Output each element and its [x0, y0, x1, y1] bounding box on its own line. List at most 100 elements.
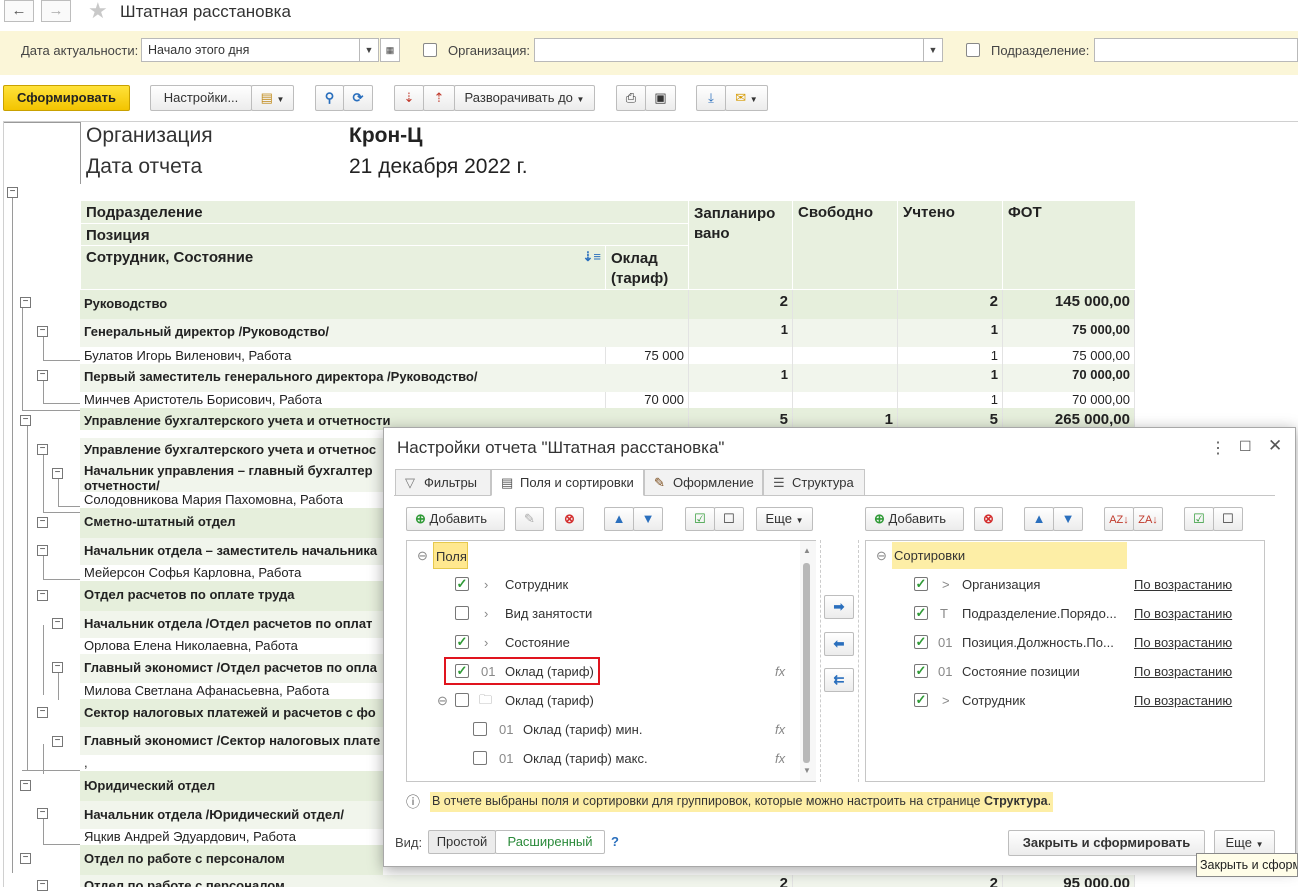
add-field-button[interactable]: ⊕ Добавить — [406, 507, 505, 531]
collapse-toggle[interactable]: − — [37, 808, 48, 819]
sort-asc-button[interactable]: ⇡ — [423, 85, 455, 111]
sort-move-down-button[interactable]: ▼ — [1053, 507, 1083, 531]
add-sort-button[interactable]: ➡ — [824, 595, 854, 619]
close-icon[interactable]: ✕ — [1268, 436, 1282, 456]
field-checkbox[interactable] — [473, 722, 487, 736]
uncheck-all-button[interactable]: ☐ — [714, 507, 744, 531]
delete-sort-button[interactable]: ⊗ — [974, 507, 1003, 531]
table-row[interactable]: Яцкив Андрей Эдуардович, Работа — [80, 829, 383, 845]
field-checkbox[interactable]: ✓ — [455, 635, 469, 649]
expand-icon[interactable]: › — [484, 635, 488, 650]
collapse-toggle[interactable]: − — [20, 853, 31, 864]
collapse-toggle[interactable]: − — [37, 326, 48, 337]
more-actions-icon[interactable]: ⋮ — [1210, 438, 1226, 458]
table-row[interactable]: Начальник отдела – заместитель начальник… — [80, 538, 383, 565]
sort-checkbox[interactable]: ✓ — [914, 693, 928, 707]
collapse-toggle[interactable]: − — [37, 370, 48, 381]
table-row[interactable]: Главный экономист /Отдел расчетов по опл… — [80, 654, 383, 683]
back-button[interactable]: ← — [4, 0, 34, 22]
move-down-button[interactable]: ▼ — [633, 507, 663, 531]
tab-structure[interactable]: ☰ Структура — [763, 469, 865, 496]
view-simple-button[interactable]: Простой — [428, 830, 496, 854]
generate-button[interactable]: Сформировать — [3, 85, 130, 111]
scroll-up-icon[interactable]: ▲ — [803, 546, 811, 555]
collapse-toggle[interactable]: − — [37, 707, 48, 718]
check-all-button[interactable]: ☑ — [685, 507, 715, 531]
table-row[interactable]: Милова Светлана Афанасьевна, Работа — [80, 683, 383, 699]
add-sort-field-button[interactable]: ⊕ Добавить — [865, 507, 964, 531]
forward-button[interactable]: → — [41, 0, 71, 22]
calendar-button[interactable]: ▦ — [380, 38, 400, 62]
preview-button[interactable]: ▣ — [645, 85, 676, 111]
tab-appearance[interactable]: ✎ Оформление — [644, 469, 763, 496]
fields-tree[interactable]: ▲ ▼ ⊖ Поля ✓ › Сотрудник › Вид занятости… — [406, 540, 816, 782]
table-row[interactable]: Начальник отдела /Отдел расчетов по опла… — [80, 611, 383, 638]
collapse-toggle[interactable]: − — [37, 880, 48, 891]
delete-button[interactable]: ⊗ — [555, 507, 584, 531]
expand-icon[interactable]: > — [942, 693, 950, 708]
print-button[interactable]: ⎙ — [616, 85, 646, 111]
expand-icon[interactable]: › — [484, 577, 488, 592]
formula-icon[interactable]: fx — [775, 664, 785, 679]
table-row[interactable]: Орлова Елена Николаевна, Работа — [80, 638, 383, 654]
tab-filters[interactable]: ▽ Фильтры — [395, 469, 491, 496]
table-row[interactable]: Главный экономист /Сектор налоговых плат… — [80, 727, 383, 755]
sort-move-up-button[interactable]: ▲ — [1024, 507, 1054, 531]
collapse-icon[interactable]: ⊖ — [876, 548, 887, 564]
tab-fields-sorting[interactable]: ▤ Поля и сортировки — [491, 469, 644, 496]
save-button[interactable]: ⤓ — [696, 85, 726, 111]
sort-checkbox[interactable]: ✓ — [914, 664, 928, 678]
sort-checkbox[interactable]: ✓ — [914, 606, 928, 620]
remove-all-sort-button[interactable]: ⇇ — [824, 668, 854, 692]
table-row[interactable]: Отдел по работе с персоналом 2 2 95 000,… — [80, 875, 1135, 887]
org-input[interactable] — [534, 38, 924, 62]
collapse-toggle[interactable]: − — [37, 590, 48, 601]
collapse-toggle[interactable]: − — [37, 545, 48, 556]
sort-checkbox[interactable]: ✓ — [914, 635, 928, 649]
collapse-toggle[interactable]: − — [52, 618, 63, 629]
table-row[interactable]: , — [80, 755, 383, 771]
fields-root[interactable]: Поля — [433, 542, 468, 569]
collapse-icon[interactable]: ⊖ — [437, 693, 448, 709]
sort-desc-button[interactable]: ⇣ — [394, 85, 424, 111]
edit-button[interactable]: ✎ — [515, 507, 544, 531]
favorite-star-icon[interactable]: ★ — [88, 0, 108, 24]
table-row[interactable]: Булатов Игорь Виленович, Работа 75 000 1… — [80, 347, 1135, 364]
formula-icon[interactable]: fx — [775, 722, 785, 737]
sort-descending-button[interactable]: ZA↓ — [1133, 507, 1163, 531]
table-row[interactable]: Начальник отдела /Юридический отдел/ — [80, 801, 383, 829]
send-button[interactable]: ✉ ▼ — [725, 85, 768, 111]
sorting-tree[interactable]: ⊖ Сортировки ✓ > Организация По возраста… — [865, 540, 1265, 782]
scroll-down-icon[interactable]: ▼ — [803, 766, 811, 775]
uncheck-all-sort-button[interactable]: ☐ — [1213, 507, 1243, 531]
expand-icon[interactable]: › — [484, 606, 488, 621]
date-input[interactable]: Начало этого дня — [141, 38, 360, 62]
remove-sort-button[interactable]: ⬅ — [824, 632, 854, 656]
field-checkbox[interactable]: ✓ — [455, 664, 469, 678]
collapse-toggle[interactable]: − — [37, 517, 48, 528]
expand-icon[interactable]: > — [942, 577, 950, 592]
close-and-generate-button[interactable]: Закрыть и сформировать — [1008, 830, 1205, 856]
sort-order-link[interactable]: По возрастанию — [1134, 693, 1232, 708]
table-row[interactable]: Сектор налоговых платежей и расчетов с ф… — [80, 699, 383, 727]
collapse-toggle[interactable]: − — [52, 662, 63, 673]
more-button[interactable]: Еще ▼ — [756, 507, 813, 531]
collapse-toggle[interactable]: − — [52, 736, 63, 747]
table-row[interactable]: Первый заместитель генерального директор… — [80, 364, 1135, 392]
field-checkbox[interactable] — [455, 693, 469, 707]
date-dropdown-button[interactable]: ▼ — [359, 38, 379, 62]
sort-icon[interactable]: ⇣≡ — [583, 249, 601, 265]
formula-icon[interactable]: fx — [775, 751, 785, 766]
org-checkbox[interactable] — [423, 43, 437, 57]
table-row[interactable]: Мейерсон Софья Карловна, Работа — [80, 565, 383, 581]
field-checkbox[interactable] — [455, 606, 469, 620]
table-row[interactable]: Отдел по работе с персоналом — [80, 845, 383, 875]
settings-button[interactable]: Настройки... — [150, 85, 252, 111]
maximize-icon[interactable]: ☐ — [1239, 438, 1252, 455]
check-all-sort-button[interactable]: ☑ — [1184, 507, 1214, 531]
view-extended-button[interactable]: Расширенный — [495, 830, 605, 854]
org-dropdown-button[interactable]: ▼ — [923, 38, 943, 62]
scrollbar-thumb[interactable] — [803, 563, 810, 763]
search-button[interactable]: ⚲ — [315, 85, 344, 111]
collapse-toggle[interactable]: − — [20, 297, 31, 308]
